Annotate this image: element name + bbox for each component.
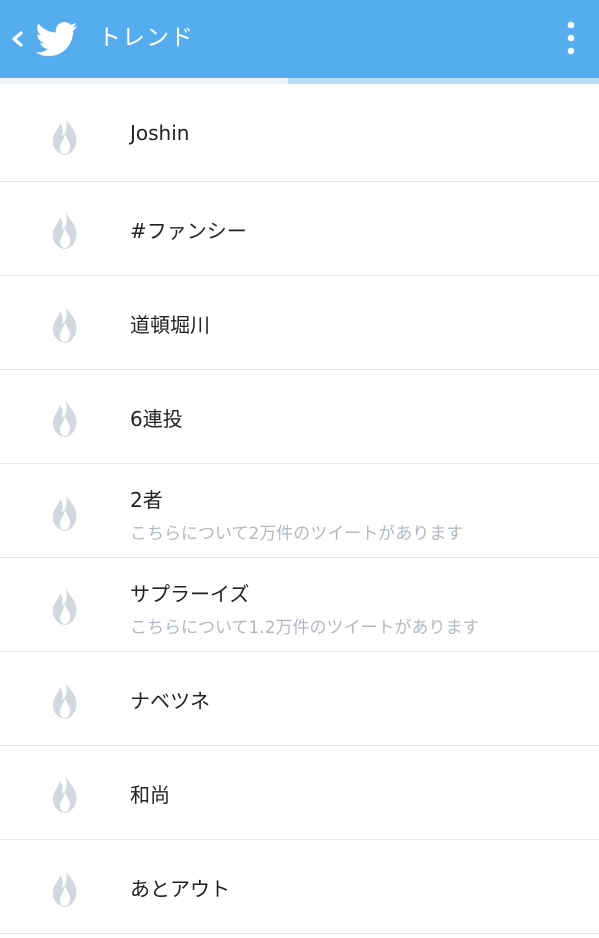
loading-progress-fill	[0, 78, 288, 84]
loading-progress-bar	[0, 78, 599, 84]
trend-name: 6連投	[130, 407, 183, 431]
twitter-bird-icon[interactable]	[36, 18, 78, 60]
trend-item[interactable]: Joshin	[0, 88, 599, 182]
app-bar: トレンド	[0, 0, 599, 78]
trend-name: Joshin	[130, 121, 190, 145]
trend-item[interactable]: 2者こちらについて2万件のツイートがあります	[0, 464, 599, 558]
trend-tweet-count: こちらについて2万件のツイートがあります	[130, 524, 464, 544]
trend-item[interactable]: #ファンシー	[0, 182, 599, 276]
trend-name: 2者	[130, 488, 163, 512]
flame-icon	[48, 208, 82, 250]
page-title: トレンド	[98, 25, 194, 51]
trend-name: 和尚	[130, 783, 170, 807]
chevron-left-icon[interactable]	[8, 24, 26, 54]
trend-item[interactable]: 和尚	[0, 746, 599, 840]
overflow-menu-icon[interactable]	[559, 18, 583, 58]
flame-icon	[48, 490, 82, 532]
trend-tweet-count: こちらについて1.2万件のツイートがあります	[130, 618, 480, 638]
flame-icon	[48, 866, 82, 908]
trend-name: サプラーイズ	[130, 582, 250, 606]
trend-name: あとアウト	[130, 877, 230, 901]
flame-icon	[48, 772, 82, 814]
flame-icon	[48, 584, 82, 626]
trend-item[interactable]: 道頓堀川	[0, 276, 599, 370]
trend-item[interactable]: ナベツネ	[0, 652, 599, 746]
flame-icon	[48, 678, 82, 720]
trend-list: Joshin #ファンシー 道頓堀川 6連投 2者こちらについて2万件のツイートがありま…	[0, 88, 599, 934]
trend-item[interactable]: 6連投	[0, 370, 599, 464]
trend-name: ナベツネ	[130, 689, 210, 713]
trend-name: #ファンシー	[130, 219, 247, 243]
flame-icon	[48, 114, 82, 156]
flame-icon	[48, 302, 82, 344]
trend-name: 道頓堀川	[130, 313, 210, 337]
flame-icon	[48, 396, 82, 438]
trend-item[interactable]: あとアウト	[0, 840, 599, 934]
trend-item[interactable]: サプラーイズこちらについて1.2万件のツイートがあります	[0, 558, 599, 652]
